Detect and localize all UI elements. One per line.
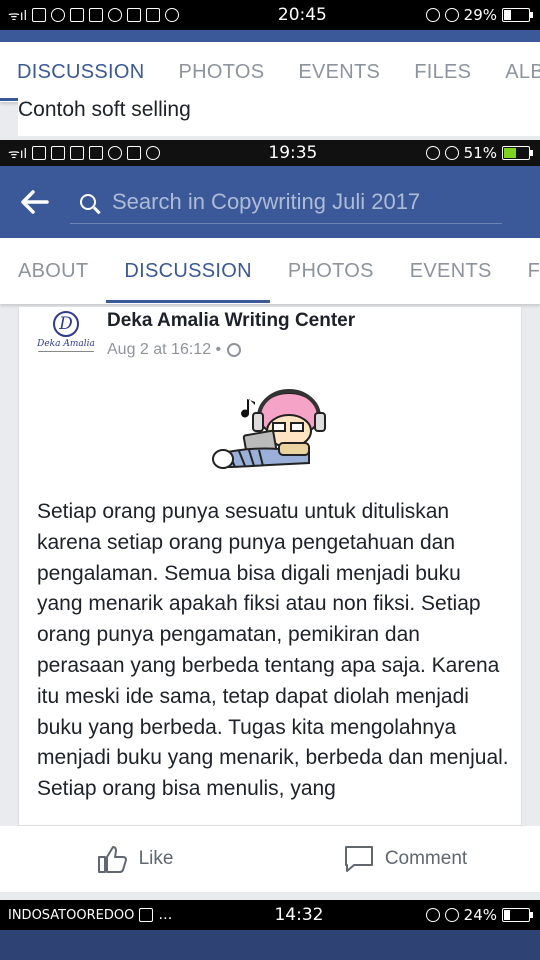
avatar-logo: D xyxy=(53,311,79,337)
battery-icon xyxy=(502,146,533,160)
group-tabs-1: DISCUSSION PHOTOS EVENTS FILES ALBU xyxy=(0,42,540,102)
tab-photos[interactable]: PHOTOS xyxy=(270,260,392,283)
page-avatar[interactable]: D Deka Amalia xyxy=(35,311,97,365)
status-bar-1: ᯤıl 20:45 29% xyxy=(0,0,540,30)
tab-albums[interactable]: ALBU xyxy=(488,61,540,84)
clock: 19:35 xyxy=(268,143,318,163)
previous-post-title[interactable]: Contoh soft selling xyxy=(18,96,540,136)
group-tabs-2: ABOUT DISCUSSION PHOTOS EVENTS FIL xyxy=(0,238,540,304)
thumbs-up-icon xyxy=(97,846,127,873)
tab-events[interactable]: EVENTS xyxy=(392,260,510,283)
battery-percent: 24% xyxy=(463,906,497,924)
eye-icon xyxy=(444,908,459,922)
signal-icon: ᯤıl xyxy=(8,9,28,24)
post-meta: Aug 2 at 16:12 • xyxy=(107,341,242,359)
network-icon xyxy=(32,146,47,160)
back-arrow-icon[interactable] xyxy=(0,166,70,238)
tab-photos[interactable]: PHOTOS xyxy=(161,61,281,84)
clock: 14:32 xyxy=(274,905,324,925)
eye-icon xyxy=(444,146,459,160)
post-action-bar: Like Comment xyxy=(0,826,540,892)
post-date[interactable]: Aug 2 at 16:12 • xyxy=(107,341,221,359)
status-bar-3: INDOSATOOREDOO … 14:32 24% xyxy=(0,900,540,930)
separator xyxy=(0,892,540,900)
battery-icon xyxy=(502,8,533,22)
carrier-name: INDOSATOOREDOO xyxy=(8,907,135,923)
battery-percent: 29% xyxy=(463,6,497,24)
post-body: Setiap orang punya sesuatu untuk ditulis… xyxy=(37,500,509,801)
avatar-signature: Deka Amalia xyxy=(37,339,95,349)
more-notifications: … xyxy=(158,907,173,923)
chat-icon xyxy=(165,8,180,22)
tab-discussion[interactable]: DISCUSSION xyxy=(0,61,162,101)
battery-icon xyxy=(502,908,533,922)
status-bar-2: ᯤıl 19:35 51% xyxy=(0,140,540,166)
whatsapp-icon xyxy=(146,146,161,160)
search-input[interactable]: Search in Copywriting Juli 2017 xyxy=(70,180,502,224)
comment-label: Comment xyxy=(384,848,468,869)
group-header: Search in Copywriting Juli 2017 xyxy=(0,166,540,238)
message-icon xyxy=(89,146,104,160)
post-card: D Deka Amalia Deka Amalia Writing Center… xyxy=(18,306,522,826)
download-icon xyxy=(127,8,142,22)
search-placeholder: Search in Copywriting Juli 2017 xyxy=(112,188,421,214)
tab-about[interactable]: ABOUT xyxy=(0,260,106,283)
tab-discussion[interactable]: DISCUSSION xyxy=(106,260,271,303)
facebook-icon xyxy=(89,8,104,22)
page-name[interactable]: Deka Amalia Writing Center xyxy=(107,310,355,332)
search-icon xyxy=(80,193,96,210)
tab-files[interactable]: FIL xyxy=(510,260,540,283)
alarm-icon xyxy=(425,146,440,160)
instagram-icon xyxy=(108,146,123,160)
youtube-icon xyxy=(146,8,161,22)
tab-files[interactable]: FILES xyxy=(397,61,488,84)
whatsapp-icon xyxy=(108,8,123,22)
like-button[interactable]: Like xyxy=(0,844,270,874)
avatar-underline xyxy=(38,351,94,352)
download-icon xyxy=(127,146,142,160)
alarm-icon xyxy=(425,908,440,922)
globe-icon xyxy=(227,343,242,357)
twitter-icon xyxy=(139,908,154,922)
eye-icon xyxy=(444,8,459,22)
warning-icon xyxy=(51,146,66,160)
app-header-edge xyxy=(0,30,540,42)
instagram-icon xyxy=(51,8,66,22)
alarm-icon xyxy=(425,8,440,22)
reading-girl-sticker xyxy=(212,389,326,469)
tab-events[interactable]: EVENTS xyxy=(281,61,397,84)
facebook-icon xyxy=(70,146,85,160)
comment-bubble-icon xyxy=(344,846,373,872)
clock: 20:45 xyxy=(277,5,327,25)
comment-button[interactable]: Comment xyxy=(270,844,540,874)
app-header-edge xyxy=(0,930,540,960)
battery-percent: 51% xyxy=(463,144,497,162)
app-notification-icon xyxy=(32,8,47,22)
signal-icon: ᯤıl xyxy=(8,147,28,162)
shield-icon xyxy=(70,8,85,22)
like-label: Like xyxy=(138,848,174,869)
